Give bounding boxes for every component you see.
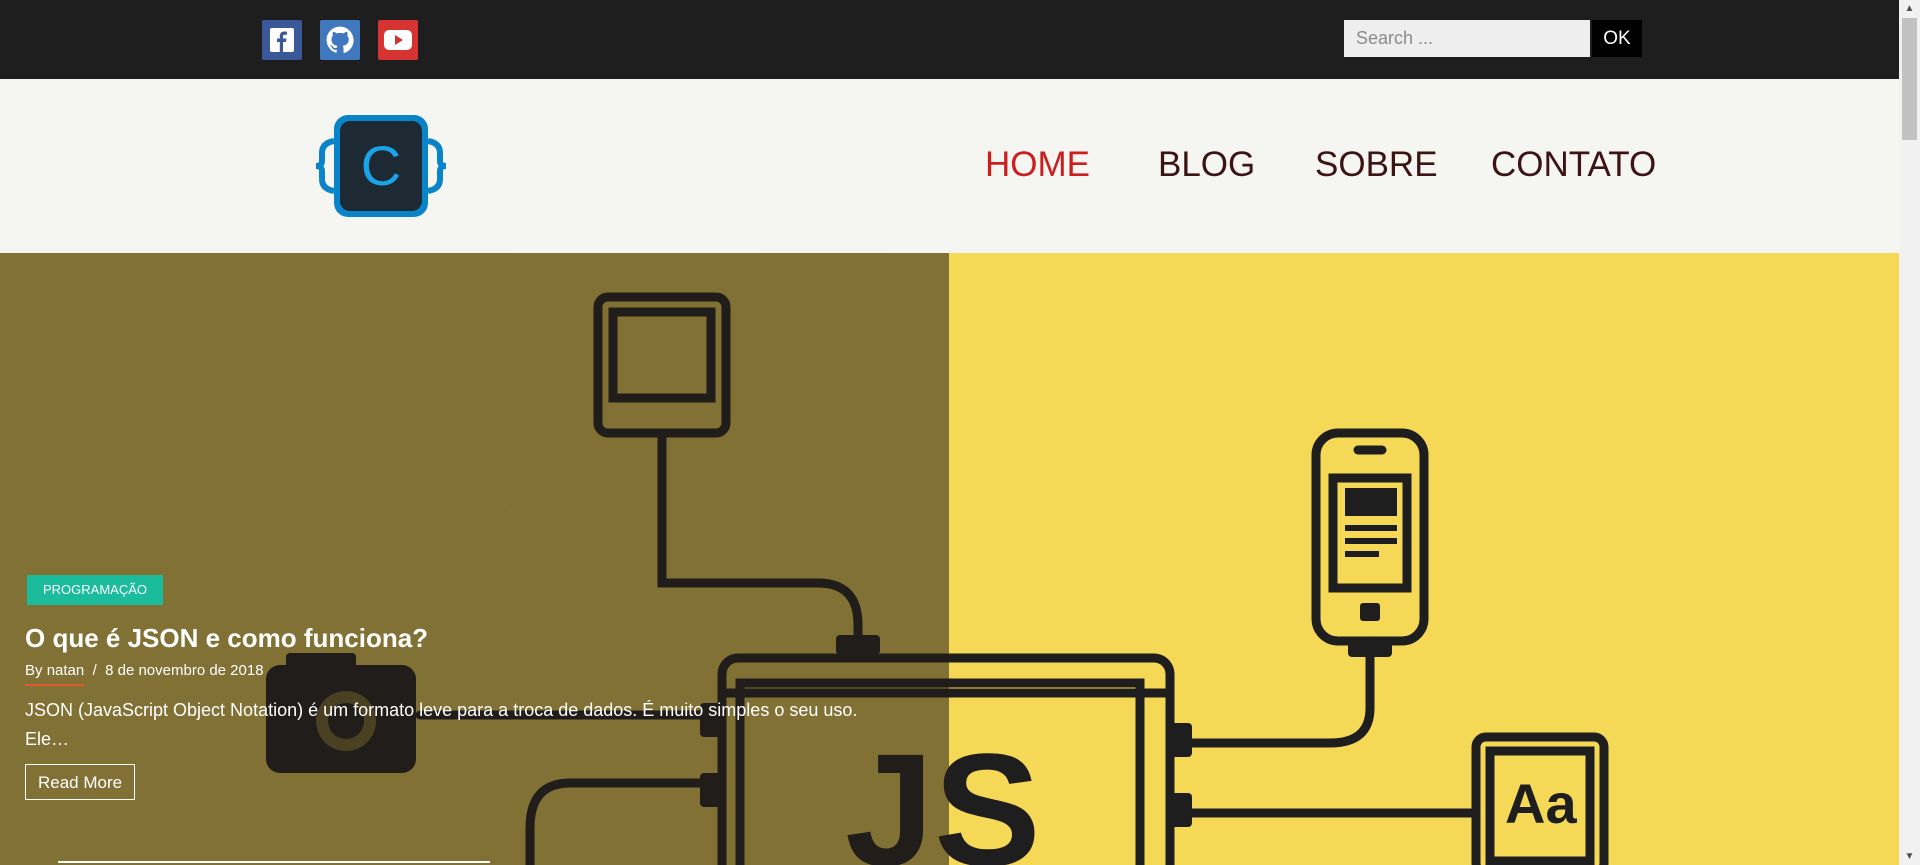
page-scrollbar[interactable]: ▲ ▼: [1899, 0, 1920, 865]
category-badge[interactable]: PROGRAMAÇÃO: [27, 575, 164, 605]
search-input[interactable]: [1344, 20, 1590, 57]
post-author-link[interactable]: By natan: [25, 662, 85, 686]
logo-letter: C: [361, 134, 401, 197]
featured-post-hero[interactable]: JS Aa PROGRAMAÇÃO O que é JSON e como fu…: [0, 253, 1899, 865]
site-header: C HOME BLOG SOBRE CONTATO: [0, 79, 1899, 253]
nav-sobre[interactable]: SOBRE: [1315, 145, 1438, 185]
hero-aa-text: Aa: [1505, 772, 1577, 835]
post-excerpt: JSON (JavaScript Object Notation) é um f…: [25, 700, 858, 749]
scroll-down-arrow-icon[interactable]: ▼: [1899, 848, 1920, 865]
author-name: natan: [46, 662, 85, 679]
scrollbar-thumb[interactable]: [1902, 18, 1917, 140]
site-logo[interactable]: C: [315, 111, 447, 221]
read-more-button[interactable]: Read More: [25, 764, 136, 800]
meta-separator: /: [92, 662, 97, 679]
top-bar: OK: [0, 0, 1899, 79]
post-meta: By natan / 8 de novembro de 2018: [25, 662, 264, 686]
youtube-icon[interactable]: [378, 20, 418, 60]
post-title[interactable]: O que é JSON e como funciona?: [25, 623, 428, 654]
github-icon[interactable]: [320, 20, 360, 60]
post-date[interactable]: 8 de novembro de 2018: [105, 662, 263, 679]
author-prefix: By: [25, 662, 43, 679]
hero-bottom-divider: [58, 861, 490, 863]
search-submit-button[interactable]: OK: [1592, 20, 1642, 57]
nav-home[interactable]: HOME: [985, 145, 1090, 185]
nav-blog[interactable]: BLOG: [1158, 145, 1255, 185]
scroll-up-arrow-icon[interactable]: ▲: [1899, 0, 1920, 17]
nav-contato[interactable]: CONTATO: [1491, 145, 1656, 185]
facebook-icon[interactable]: [262, 20, 302, 60]
hero-dark-overlay: [0, 253, 949, 865]
